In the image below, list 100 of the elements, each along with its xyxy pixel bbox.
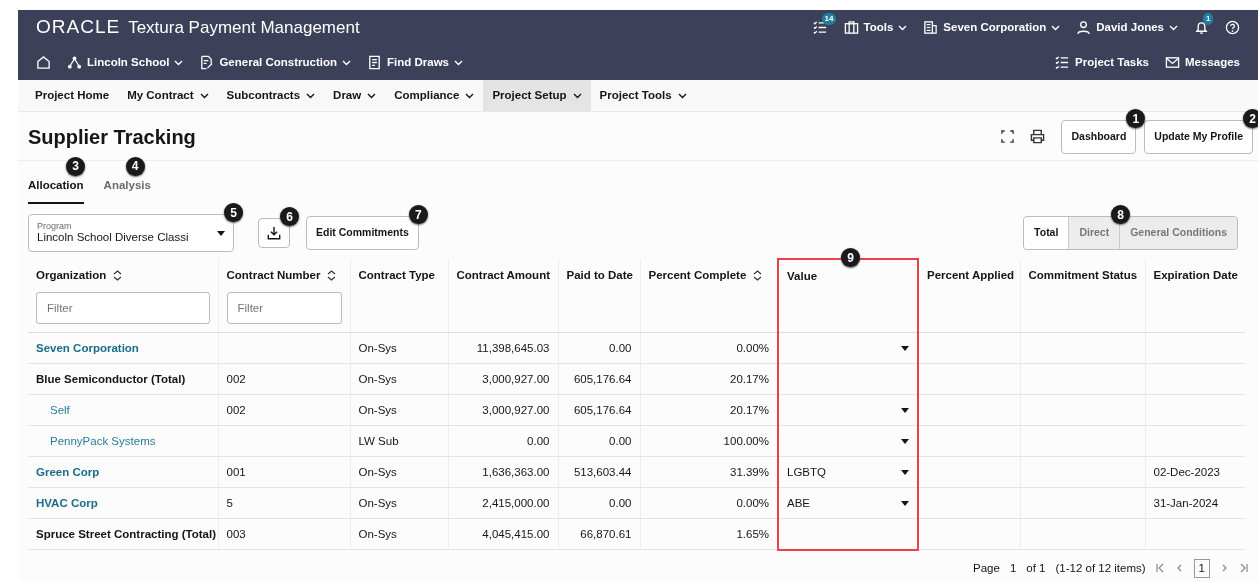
header-link[interactable]: Project Tasks	[1055, 53, 1149, 72]
column-header[interactable]: Organization	[36, 267, 107, 285]
page-count: of 1	[1026, 560, 1046, 576]
table-cell: On-Sys	[358, 372, 397, 385]
select-value: Lincoln School Diverse Classi	[37, 230, 189, 245]
callout-marker: 9	[841, 248, 860, 267]
dropdown-caret-icon[interactable]	[901, 500, 909, 506]
table-cell: 20.17%	[730, 372, 769, 385]
callout-marker: 3	[66, 156, 85, 176]
column-header[interactable]: Expiration Date	[1153, 267, 1238, 285]
header-menu[interactable]: General Construction	[199, 53, 351, 72]
bell-button[interactable]	[1194, 20, 1209, 35]
organization-link[interactable]: Seven Corporation	[36, 341, 139, 354]
menu-item[interactable]: My Contract	[118, 80, 218, 111]
menu-item[interactable]: Project Home	[26, 80, 119, 111]
oracle-logo: ORACLE	[36, 15, 121, 40]
menu-item[interactable]: Project Setup	[483, 80, 591, 111]
count-badge: 1	[1203, 13, 1214, 25]
callout-marker: 5	[224, 203, 243, 222]
user-icon	[1076, 20, 1092, 35]
table-cell: 11,398,645.03	[476, 341, 550, 354]
next-page-icon[interactable]	[1220, 563, 1229, 574]
organization-link[interactable]: Green Corp	[36, 465, 100, 478]
table-cell: 2,415,000.00	[482, 496, 550, 509]
organization-link[interactable]: Self	[50, 403, 70, 416]
dropdown-caret-icon[interactable]	[901, 407, 909, 413]
table-cell: 20.17%	[730, 403, 769, 416]
menu-item[interactable]: Compliance	[385, 80, 484, 111]
last-page-icon[interactable]	[1239, 563, 1248, 574]
table-cell: On-Sys	[358, 527, 397, 540]
table-cell: On-Sys	[358, 403, 397, 416]
table-cell: 513,603.44	[573, 465, 632, 478]
table-cell: 0.00%	[736, 496, 769, 509]
column-header[interactable]: Value	[787, 268, 818, 286]
table-cell: 002	[226, 372, 246, 385]
current-page-button[interactable]: 1	[1193, 558, 1210, 578]
table-cell: 31-Jan-2024	[1153, 496, 1219, 509]
help-button[interactable]	[1225, 20, 1240, 35]
table-cell: 003	[226, 527, 246, 540]
dropdown-caret-icon[interactable]	[901, 469, 909, 475]
fullscreen-icon[interactable]	[1001, 130, 1015, 144]
item-summary: (1-12 of 12 items)	[1055, 560, 1146, 576]
menu-item[interactable]: Draw	[324, 80, 386, 111]
table-cell: On-Sys	[358, 341, 397, 354]
hierarchy-icon	[67, 55, 82, 70]
first-page-icon[interactable]	[1155, 563, 1165, 574]
table-cell: 0.00	[609, 496, 632, 509]
table-cell: 3,000,927.00	[482, 372, 550, 385]
home-button[interactable]	[36, 55, 51, 70]
table-cell: Blue Semiconductor (Total)	[36, 372, 186, 385]
header-menu[interactable]: Find Draws	[367, 53, 463, 72]
table-cell: 002	[226, 403, 246, 416]
mail-icon	[1165, 55, 1180, 70]
table-cell: 31.39%	[730, 465, 769, 478]
sort-icon[interactable]	[753, 270, 763, 282]
table-cell: 5	[226, 496, 233, 509]
column-header[interactable]: Contract Amount	[456, 267, 550, 285]
callout-marker: 4	[125, 156, 145, 176]
organization-link[interactable]: PennyPack Systems	[50, 434, 156, 447]
table-cell: 0.00	[609, 341, 632, 354]
table-cell: 3,000,927.00	[482, 403, 550, 416]
sort-icon[interactable]	[327, 270, 337, 282]
organization-link[interactable]: HVAC Corp	[36, 496, 98, 509]
print-icon[interactable]	[1030, 129, 1046, 145]
table-cell: 66,870.61	[580, 527, 632, 540]
briefcase-icon	[843, 20, 859, 35]
column-header[interactable]: Contract Type	[358, 267, 435, 285]
header-menu[interactable]: David Jones	[1076, 18, 1178, 37]
filter-field[interactable]: Filter	[226, 292, 342, 325]
callout-marker: 7	[408, 205, 428, 225]
table-cell: On-Sys	[358, 465, 397, 478]
column-header[interactable]: Percent Complete	[648, 267, 747, 285]
column-header[interactable]: Commitment Status	[1028, 267, 1138, 285]
home-icon	[36, 55, 51, 70]
table-cell: 02-Dec-2023	[1153, 465, 1220, 478]
dropdown-caret-icon[interactable]	[901, 438, 909, 444]
table-cell: 0.00	[527, 434, 550, 447]
download-icon	[267, 226, 281, 241]
checklist-icon	[812, 20, 828, 35]
menu-item[interactable]: Project Tools	[590, 80, 696, 111]
page-number[interactable]: 1	[1009, 559, 1017, 577]
page-title: Supplier Tracking	[28, 124, 196, 149]
sort-icon[interactable]	[113, 270, 123, 282]
menu-item[interactable]: Subcontracts	[217, 80, 325, 111]
tasks-button[interactable]	[812, 20, 828, 35]
column-header[interactable]: Contract Number	[226, 267, 321, 285]
header-link[interactable]: Messages	[1165, 53, 1240, 72]
count-badge: 14	[821, 13, 837, 25]
dropdown-caret-icon[interactable]	[901, 345, 909, 351]
header-menu[interactable]: Lincoln School	[67, 53, 184, 72]
table-cell: Spruce Street Contracting (Total)	[36, 527, 216, 540]
filter-field[interactable]: Filter	[36, 292, 210, 325]
bell-icon	[1194, 20, 1209, 35]
column-header[interactable]: Paid to Date	[566, 267, 633, 285]
table-cell-text: ABE	[787, 495, 810, 511]
header-menu[interactable]: Tools	[843, 18, 908, 37]
column-header[interactable]: Percent Applied	[927, 267, 1015, 285]
document-list-icon	[367, 55, 382, 70]
header-menu[interactable]: Seven Corporation	[923, 18, 1061, 37]
document-edit-icon	[199, 55, 215, 70]
